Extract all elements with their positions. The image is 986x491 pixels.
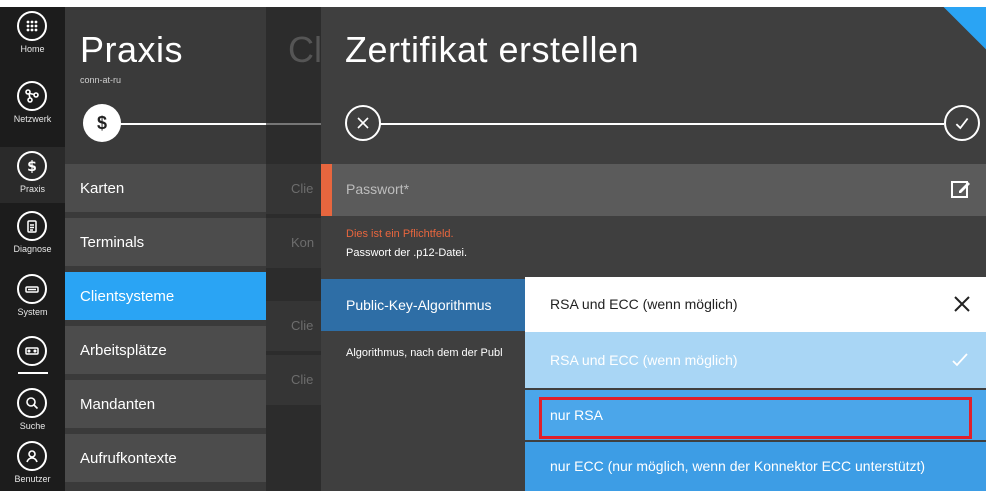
option-nur-ecc[interactable]: nur ECC (nur möglich, wenn der Konnektor… [525, 442, 986, 491]
option-label: RSA und ECC (wenn möglich) [550, 352, 738, 368]
nav-clientsysteme[interactable]: Clientsysteme [65, 272, 266, 322]
rail-user[interactable]: Benutzer [0, 437, 65, 491]
confirm-step-button[interactable] [944, 105, 980, 141]
check-icon [955, 117, 969, 130]
close-icon[interactable] [952, 294, 972, 314]
rail-system[interactable]: System [0, 270, 65, 326]
praxis-step-line [113, 123, 266, 125]
algorithm-description: Algorithmus, nach dem der Publ [346, 347, 503, 359]
list-item[interactable]: Kon [266, 218, 321, 268]
password-field[interactable]: Passwort* [321, 164, 986, 216]
search-icon [17, 388, 47, 418]
network-icon [17, 81, 47, 111]
app-window: Home Netzwerk $ Praxis Diagnose System S… [0, 7, 986, 491]
rail-search[interactable]: Suche [0, 384, 65, 440]
nav-mandanten[interactable]: Mandanten [65, 380, 266, 430]
rail-home[interactable]: Home [0, 7, 65, 63]
check-icon [952, 353, 968, 367]
left-rail: Home Netzwerk $ Praxis Diagnose System S… [0, 7, 65, 491]
connector-icon [17, 336, 47, 366]
dropdown-selected-value: RSA und ECC (wenn möglich) [550, 296, 738, 312]
staff-step-icon: $ [83, 104, 121, 142]
staff-icon: $ [17, 151, 47, 181]
clientsysteme-title: Cl [288, 29, 322, 70]
praxis-title: Praxis [80, 29, 184, 70]
algorithm-label[interactable]: Public-Key-Algorithmus [321, 279, 525, 331]
password-error: Dies ist ein Pflichtfeld. [346, 228, 454, 240]
svg-text:$: $ [27, 159, 37, 174]
cancel-step-button[interactable] [345, 105, 381, 141]
rail-network-label: Netzwerk [13, 114, 52, 124]
nav-karten[interactable]: Karten [65, 164, 266, 214]
clipboard-icon [17, 211, 47, 241]
rail-home-label: Home [20, 44, 45, 54]
clientsysteme-step-line [266, 123, 321, 125]
rail-connector[interactable] [0, 332, 65, 388]
praxis-subtitle: conn-at-ru [80, 75, 122, 85]
rail-diagnose[interactable]: Diagnose [0, 207, 65, 263]
rail-system-label: System [17, 307, 48, 317]
nav-terminals[interactable]: Terminals [65, 218, 266, 268]
option-label: nur ECC (nur möglich, wenn der Konnektor… [550, 458, 926, 474]
password-placeholder: Passwort* [346, 181, 410, 197]
system-icon [17, 274, 47, 304]
close-icon [357, 117, 369, 129]
rail-connector-underline [18, 372, 48, 374]
nav-arbeitsplaetze[interactable]: Arbeitsplätze [65, 326, 266, 376]
rail-diagnose-label: Diagnose [13, 244, 52, 254]
user-icon [17, 441, 47, 471]
password-hint: Passwort der .p12-Datei. [346, 247, 468, 259]
nav-aufrufkontexte[interactable]: Aufrufkontexte [65, 434, 266, 484]
corner-fold[interactable] [926, 7, 986, 67]
rail-search-label: Suche [19, 421, 46, 431]
grid-icon [17, 11, 47, 41]
page-title: Zertifikat erstellen [345, 29, 640, 70]
rail-praxis-label: Praxis [19, 184, 45, 194]
dropdown-selected[interactable]: RSA und ECC (wenn möglich) [525, 277, 986, 332]
list-item[interactable]: Clie [266, 164, 321, 214]
list-item[interactable]: Clie [266, 355, 321, 405]
rail-network[interactable]: Netzwerk [0, 77, 65, 133]
praxis-panel: Praxis conn-at-ru $ Karten Terminals Cli… [65, 7, 266, 491]
rail-praxis[interactable]: $ Praxis [0, 147, 65, 203]
algorithm-dropdown: RSA und ECC (wenn möglich) RSA und ECC (… [525, 277, 986, 491]
list-item[interactable]: Clie [266, 301, 321, 351]
highlight-box [539, 397, 972, 439]
clientsysteme-panel: Cl Clie Kon Clie Clie [266, 7, 322, 491]
option-rsa-ecc[interactable]: RSA und ECC (wenn möglich) [525, 332, 986, 388]
wizard-step-line [379, 123, 944, 125]
edit-icon[interactable] [950, 178, 972, 200]
rail-user-label: Benutzer [14, 474, 51, 484]
